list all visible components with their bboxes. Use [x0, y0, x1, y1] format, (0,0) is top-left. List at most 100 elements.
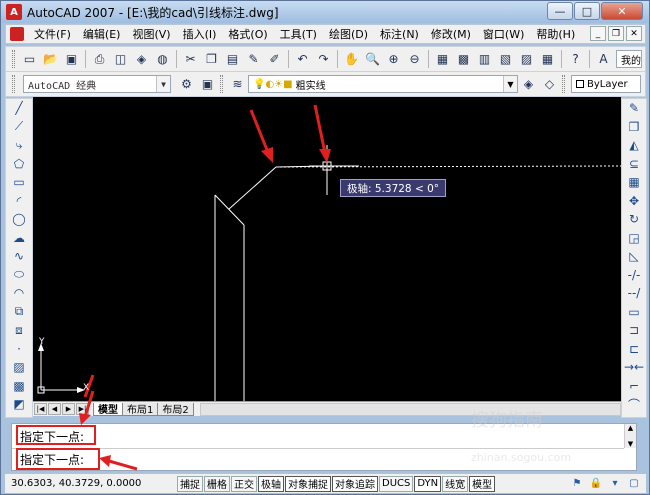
menu-window[interactable]: 窗口(W)	[477, 26, 530, 42]
join-lines-icon[interactable]: →←	[623, 358, 645, 377]
region-icon[interactable]: ◩	[8, 395, 30, 414]
toolbar-grip[interactable]	[12, 75, 15, 93]
point-icon[interactable]: ·	[8, 340, 30, 359]
join-icon[interactable]: ⊏	[623, 340, 645, 359]
menu-draw[interactable]: 绘图(D)	[323, 26, 374, 42]
zoom-realtime-icon[interactable]: 🔍	[363, 50, 382, 69]
scroll-down-icon[interactable]: ▼	[628, 440, 633, 448]
markup-icon[interactable]: ▨	[517, 50, 536, 69]
polar-button[interactable]: 极轴	[258, 475, 284, 492]
zoom-window-icon[interactable]: ⊕	[384, 50, 403, 69]
properties-icon[interactable]: ▦	[433, 50, 452, 69]
block-editor-icon[interactable]: ✐	[265, 50, 284, 69]
layer-combo[interactable]: 💡◐☀■ 粗实线 ▼	[248, 75, 518, 93]
pan-icon[interactable]: ✋	[342, 50, 361, 69]
make-layer-current-icon[interactable]: ◈	[519, 75, 538, 94]
mirror-icon[interactable]: ◭	[623, 136, 645, 155]
move-icon[interactable]: ✥	[623, 192, 645, 211]
osnap-button[interactable]: 对象捕捉	[285, 475, 331, 492]
tab-layout2[interactable]: 布局2	[157, 402, 194, 416]
menu-insert[interactable]: 插入(I)	[177, 26, 223, 42]
toolbar-grip[interactable]	[12, 50, 15, 68]
first-tab-icon[interactable]: |◀	[34, 403, 47, 415]
stretch-icon[interactable]: ◺	[623, 247, 645, 266]
print-icon[interactable]: ⎙	[90, 50, 109, 69]
chevron-down-icon[interactable]: ▾	[607, 476, 623, 491]
dyn-button[interactable]: DYN	[414, 475, 442, 492]
title-bar[interactable]: A AutoCAD 2007 - [E:\我的cad\引线标注.dwg] — □…	[1, 1, 649, 23]
text-style-icon[interactable]: A	[594, 50, 613, 69]
hatch-icon[interactable]: ▨	[8, 358, 30, 377]
text-style-combo[interactable]: 我的	[616, 50, 642, 68]
menu-format[interactable]: 格式(O)	[222, 26, 273, 42]
ellipse-arc-icon[interactable]: ◠	[8, 284, 30, 303]
design-center-icon[interactable]: ▩	[454, 50, 473, 69]
snap-button[interactable]: 捕捉	[177, 475, 203, 492]
break-at-point-icon[interactable]: ▭	[623, 303, 645, 322]
doc-close-button[interactable]: ✕	[626, 26, 642, 41]
autocad-app-icon[interactable]: A	[6, 4, 22, 20]
document-icon[interactable]	[10, 27, 24, 41]
scroll-up-icon[interactable]: ▲	[628, 424, 633, 432]
ortho-button[interactable]: 正交	[231, 475, 257, 492]
offset-icon[interactable]: ⊆	[623, 155, 645, 174]
my-workspace-icon[interactable]: ▣	[198, 75, 217, 94]
help-icon[interactable]: ?	[566, 50, 585, 69]
layer-previous-icon[interactable]: ◇	[540, 75, 559, 94]
3d-dwf-icon[interactable]: ◍	[153, 50, 172, 69]
toolbar-grip[interactable]	[562, 75, 565, 93]
extend-icon[interactable]: --/	[623, 284, 645, 303]
cut-icon[interactable]: ✂	[181, 50, 200, 69]
fillet-icon[interactable]: ⌒	[623, 395, 645, 414]
menu-file[interactable]: 文件(F)	[28, 26, 77, 42]
prev-tab-icon[interactable]: ◀	[48, 403, 61, 415]
copy-icon[interactable]: ❐	[202, 50, 221, 69]
close-button[interactable]: ✕	[601, 2, 643, 20]
paste-icon[interactable]: ▤	[223, 50, 242, 69]
next-tab-icon[interactable]: ▶	[62, 403, 75, 415]
layer-manager-icon[interactable]: ≋	[228, 75, 247, 94]
copy-object-icon[interactable]: ❐	[623, 118, 645, 137]
workspace-combo[interactable]: AutoCAD 经典 ▼	[23, 75, 171, 93]
spline-icon[interactable]: ∿	[8, 247, 30, 266]
match-properties-icon[interactable]: ✎	[244, 50, 263, 69]
model-button[interactable]: 模型	[469, 475, 496, 492]
circle-icon[interactable]: ◯	[8, 210, 30, 229]
command-scrollbar[interactable]: ▲ ▼	[624, 424, 636, 448]
ellipse-icon[interactable]: ⬭	[8, 266, 30, 285]
workspace-settings-icon[interactable]: ⚙	[177, 75, 196, 94]
line-icon[interactable]: ╱	[8, 99, 30, 118]
polygon-icon[interactable]: ⬠	[8, 155, 30, 174]
lock-icon[interactable]: 🔒	[588, 476, 604, 491]
insert-block-icon[interactable]: ⧉	[8, 303, 30, 322]
doc-minimize-button[interactable]: _	[590, 26, 606, 41]
drawing-canvas[interactable]: Y X 极轴: 5.3728 < 0°	[33, 97, 621, 401]
tab-layout1[interactable]: 布局1	[122, 402, 159, 416]
zoom-previous-icon[interactable]: ⊖	[405, 50, 424, 69]
horizontal-scrollbar[interactable]	[199, 402, 621, 416]
maximize-button[interactable]: □	[574, 2, 600, 20]
coordinate-readout[interactable]: 30.6303, 40.3729, 0.0000	[5, 478, 177, 489]
menu-edit[interactable]: 编辑(E)	[77, 26, 127, 42]
lineweight-button[interactable]: 线宽	[442, 475, 469, 492]
menu-dimension[interactable]: 标注(N)	[374, 26, 425, 42]
menu-tools[interactable]: 工具(T)	[274, 26, 323, 42]
menu-help[interactable]: 帮助(H)	[530, 26, 581, 42]
toolbar-grip[interactable]	[220, 75, 223, 93]
otrack-button[interactable]: 对象追踪	[332, 475, 378, 492]
construction-line-icon[interactable]: ⟋	[8, 118, 30, 137]
rectangle-icon[interactable]: ▭	[8, 173, 30, 192]
color-combo[interactable]: ByLayer	[571, 75, 641, 93]
tool-palettes-icon[interactable]: ▥	[475, 50, 494, 69]
sheet-set-icon[interactable]: ▧	[496, 50, 515, 69]
undo-icon[interactable]: ↶	[293, 50, 312, 69]
revision-cloud-icon[interactable]: ☁	[8, 229, 30, 248]
calculator-icon[interactable]: ▦	[538, 50, 557, 69]
save-icon[interactable]: ▣	[62, 50, 81, 69]
open-file-icon[interactable]: 📂	[41, 50, 60, 69]
rotate-icon[interactable]: ↻	[623, 210, 645, 229]
clean-screen-icon[interactable]: ▢	[626, 476, 642, 491]
doc-restore-button[interactable]: ❐	[608, 26, 624, 41]
gradient-icon[interactable]: ▩	[8, 377, 30, 396]
redo-icon[interactable]: ↷	[314, 50, 333, 69]
